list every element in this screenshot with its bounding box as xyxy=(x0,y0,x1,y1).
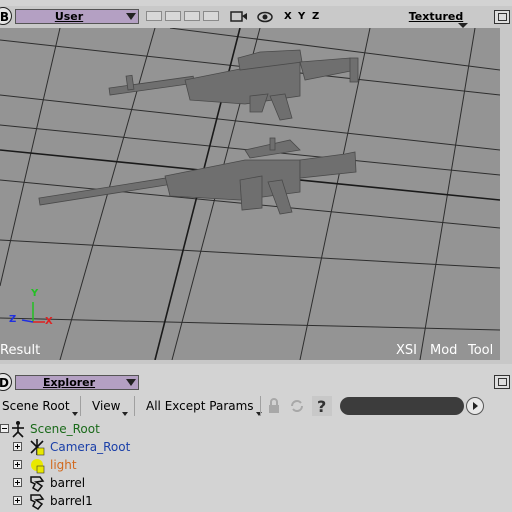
polymesh-icon xyxy=(30,494,45,510)
svg-text:?: ? xyxy=(317,397,326,416)
expand-icon[interactable] xyxy=(13,460,22,469)
search-go-button[interactable] xyxy=(466,397,484,415)
axis-x-button[interactable]: X xyxy=(284,11,292,22)
scene-graphics xyxy=(0,27,501,361)
scene-root-icon xyxy=(12,421,24,438)
axis-z-button[interactable]: Z xyxy=(312,11,319,22)
view-label: View xyxy=(92,399,121,413)
gizmo-y-label: Y xyxy=(31,288,39,299)
camera-dropdown-label: User xyxy=(54,10,84,23)
expand-icon[interactable] xyxy=(13,496,22,505)
tree-row-label: Scene_Root xyxy=(30,422,100,436)
maximize-explorer-button[interactable] xyxy=(494,375,510,389)
eye-icon[interactable] xyxy=(256,10,274,24)
memo-cam-slot-3[interactable] xyxy=(184,11,200,21)
viewport-right-border xyxy=(500,28,512,360)
viewport-panel: B User X Y Z Textured Y X Z Result XSI M… xyxy=(0,0,512,364)
explorer-panel: D Explorer Scene Root View All Except Pa… xyxy=(0,370,512,512)
toolbar-divider xyxy=(260,396,261,416)
toolbar-divider xyxy=(80,396,81,416)
camera-root-icon xyxy=(30,439,45,456)
lock-icon[interactable] xyxy=(266,398,282,414)
gizmo-x-label: X xyxy=(45,316,53,327)
tree-row-scene-root[interactable]: Scene_Root xyxy=(0,420,512,438)
filter-label: All Except Params xyxy=(146,399,254,413)
tree-row-barrel1[interactable]: barrel1 xyxy=(0,492,512,510)
viewport-bottom-border xyxy=(0,360,512,364)
memo-cam-slot-4[interactable] xyxy=(203,11,219,21)
tree-row-camera-root[interactable]: Camera_Root xyxy=(0,438,512,456)
viewport-result-label: Result xyxy=(0,343,41,358)
viewport-letter-badge[interactable]: B xyxy=(0,7,12,25)
tree-row-label: light xyxy=(50,458,77,472)
chevron-down-icon xyxy=(71,412,78,416)
axis-y-button[interactable]: Y xyxy=(298,11,305,22)
explorer-header: D Explorer xyxy=(0,372,512,392)
memo-cam-slot-1[interactable] xyxy=(146,11,162,21)
rifle-model-upper xyxy=(108,49,359,121)
display-mode-dropdown[interactable]: Textured xyxy=(400,10,472,28)
help-icon[interactable]: ? xyxy=(312,396,332,416)
rifle-model-lower xyxy=(38,137,357,215)
view-dropdown[interactable]: View xyxy=(92,396,129,416)
viewport-tool-label: Tool xyxy=(468,343,494,358)
memo-cam-slot-2[interactable] xyxy=(165,11,181,21)
tree-row-label: barrel xyxy=(50,476,86,490)
explorer-view-dropdown[interactable]: Explorer xyxy=(15,375,139,390)
expand-icon[interactable] xyxy=(13,478,22,487)
toolbar-divider xyxy=(134,396,135,416)
chevron-down-icon xyxy=(126,13,136,20)
tree-row-label: Camera_Root xyxy=(50,440,131,454)
tree-row-barrel[interactable]: barrel xyxy=(0,474,512,492)
viewport-xsi-label: XSI xyxy=(396,343,417,358)
collapse-icon[interactable] xyxy=(0,424,9,433)
viewport-toolbar: B User X Y Z Textured xyxy=(0,6,512,28)
explorer-toolbar: Scene Root View All Except Params ? xyxy=(0,394,512,418)
chevron-down-icon xyxy=(122,412,129,416)
light-icon xyxy=(31,459,45,474)
viewport-mod-label: Mod xyxy=(430,343,458,358)
search-input[interactable] xyxy=(340,397,464,415)
explorer-title: Explorer xyxy=(42,376,96,389)
camera-dropdown[interactable]: User xyxy=(15,9,139,24)
chevron-down-icon xyxy=(126,379,136,386)
maximize-viewport-button[interactable] xyxy=(494,10,510,24)
tree-row-label: barrel1 xyxy=(50,494,93,508)
polymesh-icon xyxy=(30,476,45,492)
gizmo-z-label: Z xyxy=(9,314,17,325)
3d-scene-canvas[interactable]: Y X Z Result XSI Mod Tool xyxy=(0,27,501,361)
display-mode-label: Textured xyxy=(408,10,464,23)
scope-dropdown[interactable]: Scene Root xyxy=(2,396,78,416)
tree-row-light[interactable]: light xyxy=(0,456,512,474)
filter-dropdown[interactable]: All Except Params xyxy=(146,396,262,416)
scope-label: Scene Root xyxy=(2,399,70,413)
camera-icon[interactable] xyxy=(230,10,248,24)
explorer-letter-badge[interactable]: D xyxy=(0,373,12,391)
expand-icon[interactable] xyxy=(13,442,22,451)
refresh-icon[interactable] xyxy=(289,398,305,414)
